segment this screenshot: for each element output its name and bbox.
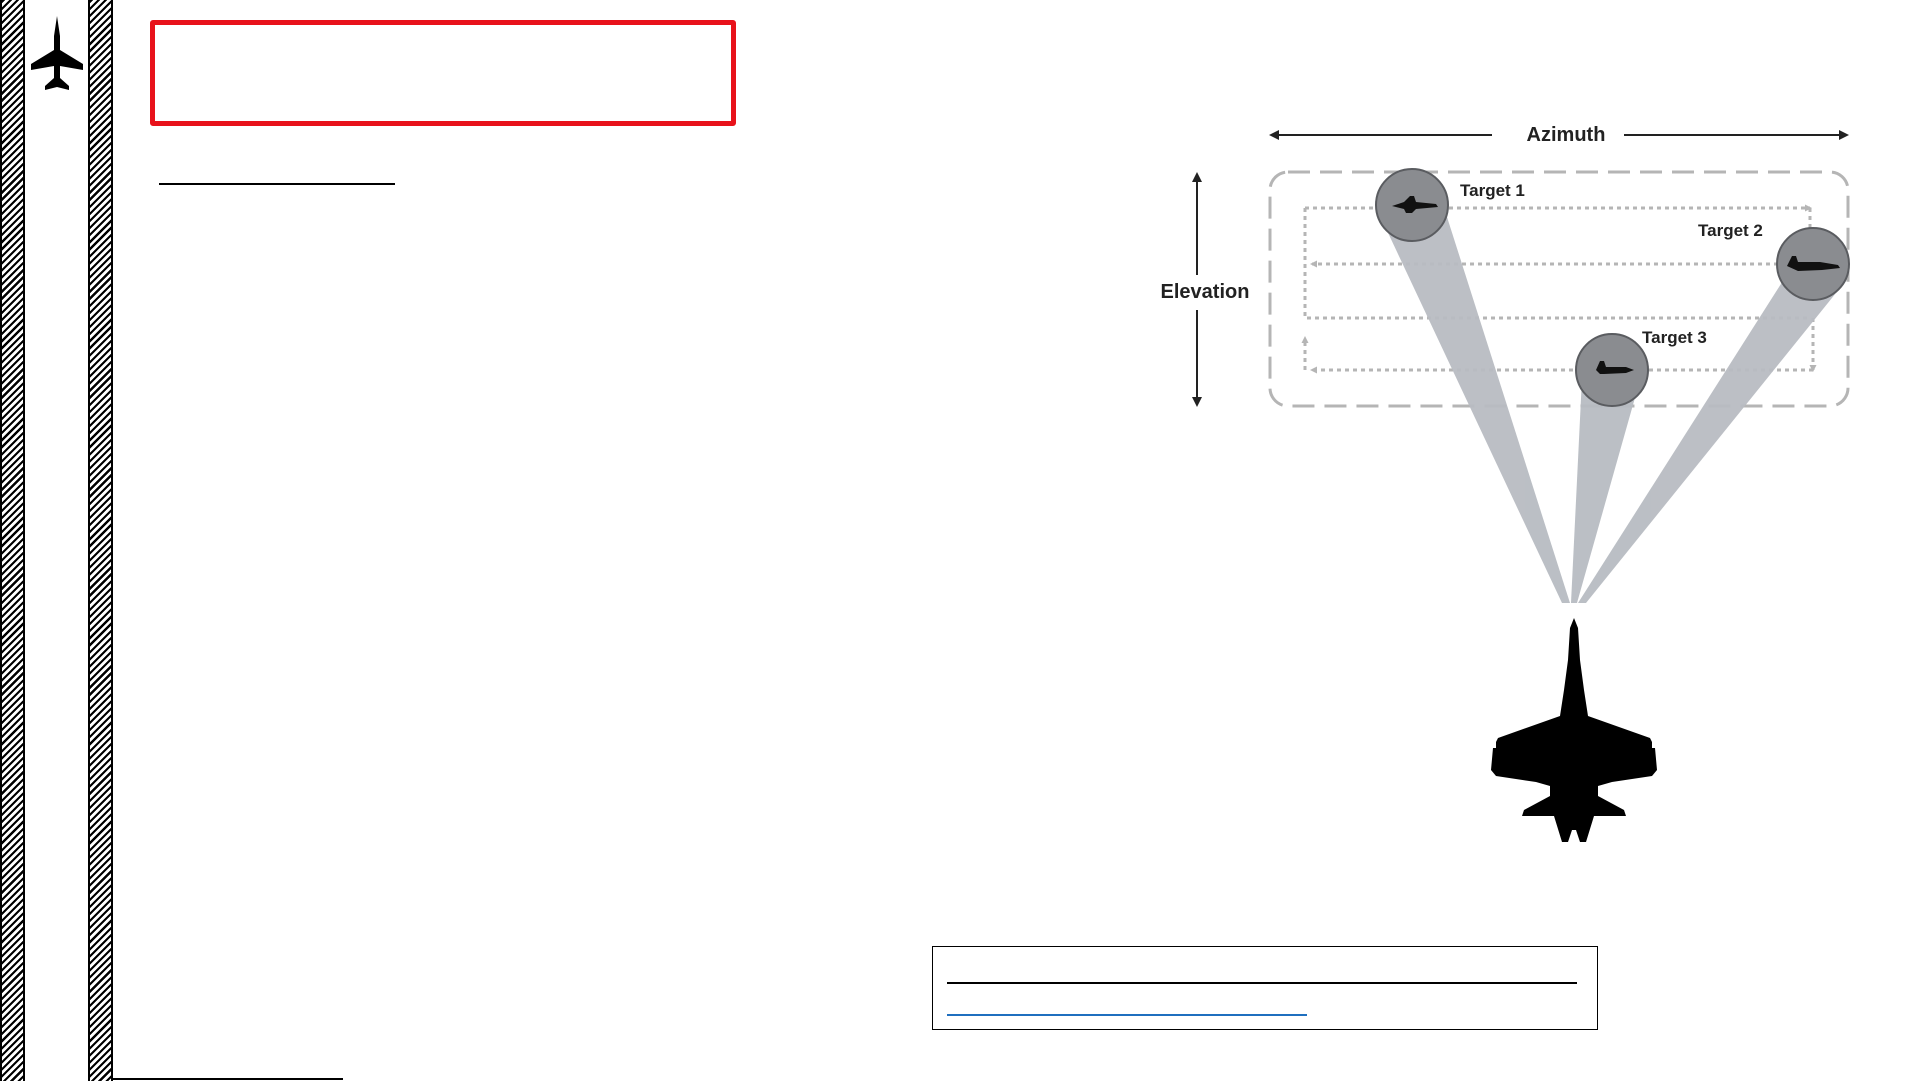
target-1 bbox=[1375, 168, 1449, 242]
beam-target-1 bbox=[1382, 195, 1570, 603]
caption-source-link[interactable] bbox=[947, 1014, 1307, 1016]
own-aircraft-silhouette bbox=[1491, 618, 1657, 842]
footer-rule bbox=[113, 1078, 343, 1080]
target-2 bbox=[1776, 227, 1850, 301]
target-1-label: Target 1 bbox=[1460, 181, 1525, 200]
target-2-label: Target 2 bbox=[1698, 221, 1763, 240]
radar-scan-diagram: Azimuth Elevation Target 1 Target 2 Targ… bbox=[1161, 124, 1850, 842]
target-3 bbox=[1575, 333, 1649, 407]
source-caption-box bbox=[932, 946, 1598, 1030]
azimuth-label: Azimuth bbox=[1527, 124, 1606, 146]
elevation-label: Elevation bbox=[1161, 281, 1250, 303]
target-3-label: Target 3 bbox=[1642, 328, 1707, 347]
caption-text-line bbox=[947, 982, 1577, 984]
